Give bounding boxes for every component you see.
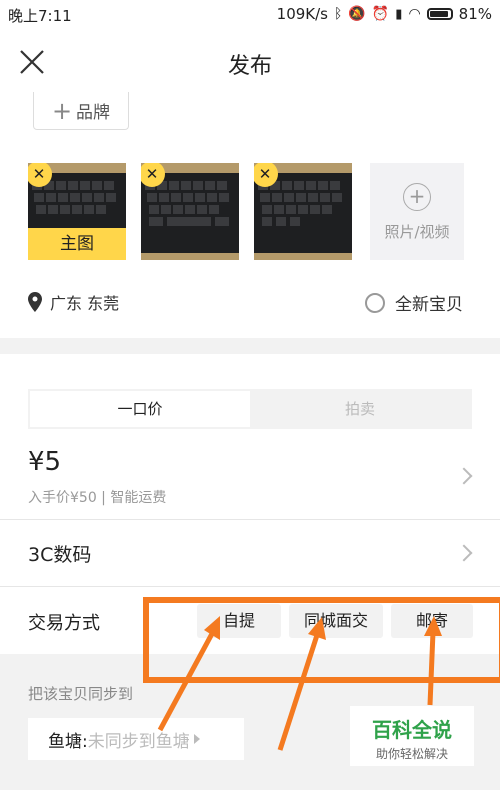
new-item-label: 全新宝贝 xyxy=(395,295,463,315)
divider xyxy=(0,586,500,587)
status-time: 晚上7:11 xyxy=(8,7,72,25)
brand-button[interactable]: + 品牌 xyxy=(33,92,129,130)
sync-label: 把该宝贝同步到 xyxy=(28,685,134,703)
watermark: 百科全说 助你轻松解决 xyxy=(350,706,474,766)
plus-circle-icon: + xyxy=(403,183,431,211)
location-selector[interactable]: 广东 东莞 xyxy=(28,290,119,314)
add-photo-label: 照片/视频 xyxy=(384,223,450,241)
wifi-icon: ◠ xyxy=(408,6,421,22)
trade-option-meetup[interactable]: 同城面交 xyxy=(289,604,383,638)
add-photo-button[interactable]: + 照片/视频 xyxy=(370,163,464,260)
bluetooth-icon: ᛒ xyxy=(334,6,343,22)
network-speed: 109K/s xyxy=(276,5,328,23)
status-bar: 晚上7:11 109K/s ᛒ 🔕 ⏰ ▮ ◠ 81% xyxy=(0,0,500,30)
battery-icon xyxy=(426,8,453,20)
photo-thumbnail[interactable]: ✕ xyxy=(141,163,239,260)
main-photo-label: 主图 xyxy=(28,228,126,260)
plus-icon: + xyxy=(51,96,73,125)
battery-percent: 81% xyxy=(458,5,492,23)
tab-auction[interactable]: 拍卖 xyxy=(250,391,470,427)
triangle-right-icon xyxy=(193,734,200,744)
trade-option-pickup[interactable]: 自提 xyxy=(197,604,281,638)
new-item-toggle[interactable]: 全新宝贝 xyxy=(365,290,463,315)
photo-thumbnail-main[interactable]: ✕ 主图 xyxy=(28,163,126,260)
tab-fixed-price[interactable]: 一口价 xyxy=(30,391,250,427)
header: 发布 xyxy=(0,30,500,92)
signal-icon: ▮ xyxy=(395,6,403,22)
location-text: 广东 东莞 xyxy=(50,294,120,313)
pond-selector[interactable]: 鱼塘: 未同步到鱼塘 xyxy=(28,718,244,760)
location-pin-icon xyxy=(28,292,42,312)
page-title: 发布 xyxy=(227,54,272,79)
category-label[interactable]: 3C数码 xyxy=(28,540,91,567)
price-value[interactable]: ¥5 xyxy=(28,447,61,477)
mute-icon: 🔕 xyxy=(348,6,366,22)
price-info: 入手价¥50 | 智能运费 xyxy=(28,490,167,506)
radio-icon[interactable] xyxy=(365,292,385,313)
pond-key: 鱼塘: xyxy=(48,731,88,752)
divider xyxy=(0,519,500,520)
watermark-subtitle: 助你轻松解决 xyxy=(375,747,448,761)
pond-value: 未同步到鱼塘 xyxy=(87,731,190,752)
trade-option-shipping[interactable]: 邮寄 xyxy=(391,604,473,638)
photo-thumbnail[interactable]: ✕ xyxy=(254,163,352,260)
brand-label: 品牌 xyxy=(76,103,111,123)
status-icons: 109K/s ᛒ 🔕 ⏰ ▮ ◠ 81% xyxy=(277,5,492,23)
alarm-icon: ⏰ xyxy=(371,6,390,22)
watermark-title: 百科全说 xyxy=(372,718,452,742)
trade-method-label: 交易方式 xyxy=(28,613,100,634)
